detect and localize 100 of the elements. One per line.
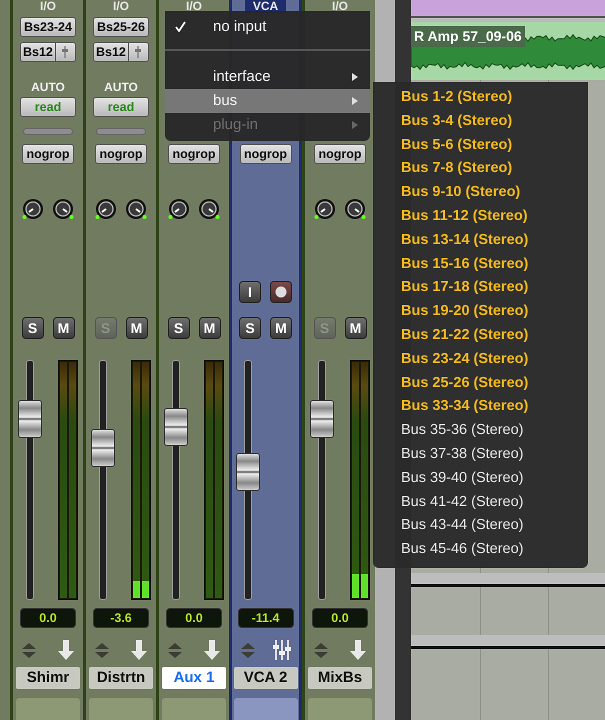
- fader-handle[interactable]: [236, 452, 260, 491]
- fader-handle[interactable]: [310, 400, 334, 438]
- pan-knob[interactable]: [95, 198, 117, 220]
- menu-item[interactable]: Bus 23-24 (Stereo): [373, 348, 588, 372]
- meter-fill: [133, 581, 140, 598]
- menu-item[interactable]: Bus 21-22 (Stereo): [373, 324, 588, 348]
- comments-area: [234, 698, 298, 720]
- up-down-arrows-icon[interactable]: [167, 642, 183, 658]
- meter-fill: [352, 574, 359, 598]
- solo-button[interactable]: S: [239, 317, 261, 339]
- group-button[interactable]: nogrop: [168, 144, 220, 164]
- fader-icon: [134, 45, 142, 59]
- group-slot: [96, 128, 146, 135]
- mixer-sliders-icon[interactable]: [273, 639, 291, 661]
- group-slot: [23, 128, 73, 135]
- mute-button[interactable]: M: [198, 317, 220, 339]
- fader-icon: [61, 45, 70, 59]
- menu-item[interactable]: Bus 7-8 (Stereo): [373, 157, 588, 182]
- volume-display: -11.4: [238, 608, 294, 628]
- menu-item[interactable]: interface: [165, 65, 370, 89]
- group-button[interactable]: nogrop: [314, 144, 366, 164]
- group-button[interactable]: nogrop: [95, 144, 147, 164]
- input-selector[interactable]: Bs25-26: [93, 17, 149, 37]
- fader-handle[interactable]: [18, 400, 42, 438]
- down-arrow-icon[interactable]: [130, 640, 148, 660]
- menu-item[interactable]: Bus 39-40 (Stereo): [373, 466, 588, 491]
- menu-item[interactable]: bus: [165, 89, 370, 113]
- menu-item[interactable]: Bus 19-20 (Stereo): [373, 300, 588, 324]
- menu-item[interactable]: Bus 35-36 (Stereo): [373, 419, 588, 443]
- menu-item[interactable]: Bus 13-14 (Stereo): [373, 228, 588, 253]
- group-button[interactable]: nogrop: [240, 144, 292, 164]
- section-label: I/O: [186, 0, 202, 13]
- section-label: I/O: [40, 0, 56, 13]
- meter-fill: [361, 574, 368, 598]
- fader-handle[interactable]: [164, 408, 188, 446]
- track-name[interactable]: Distrtn: [89, 667, 153, 689]
- input-monitor-button[interactable]: I: [239, 281, 261, 303]
- submenu-arrow-icon: [352, 121, 358, 129]
- menu-item[interactable]: no input: [165, 15, 370, 39]
- mute-button[interactable]: M: [126, 317, 148, 339]
- up-down-arrows-icon[interactable]: [313, 642, 329, 658]
- output-selector[interactable]: Bs12: [20, 42, 56, 62]
- menu-item[interactable]: Bus 3-4 (Stereo): [373, 110, 588, 134]
- menu-item[interactable]: Bus 37-38 (Stereo): [373, 442, 588, 467]
- track-name[interactable]: MixBs: [308, 667, 372, 689]
- volume-display: -3.6: [93, 608, 149, 628]
- track-name[interactable]: Shimr: [16, 667, 80, 689]
- menu-item[interactable]: Bus 11-12 (Stereo): [373, 204, 588, 229]
- down-arrow-icon[interactable]: [57, 640, 75, 660]
- track-name[interactable]: VCA 2: [234, 667, 298, 689]
- automation-label: AUTO: [104, 79, 138, 96]
- pan-knob[interactable]: [344, 198, 366, 220]
- pan-knob[interactable]: [198, 198, 220, 220]
- pan-knob[interactable]: [168, 198, 190, 220]
- menu-item[interactable]: Bus 33-34 (Stereo): [373, 395, 588, 420]
- up-down-arrows-icon[interactable]: [21, 642, 37, 658]
- solo-button[interactable]: S: [22, 317, 44, 339]
- pan-knob[interactable]: [52, 198, 74, 220]
- down-arrow-icon[interactable]: [349, 640, 367, 660]
- record-icon: [275, 286, 287, 298]
- menu-item[interactable]: Bus 25-26 (Stereo): [373, 372, 588, 396]
- automation-label: AUTO: [31, 79, 65, 96]
- meter-fill: [142, 581, 149, 598]
- section-label: I/O: [332, 0, 348, 13]
- pan-knob[interactable]: [22, 198, 44, 220]
- group-button[interactable]: nogrop: [22, 144, 74, 164]
- menu-item[interactable]: Bus 17-18 (Stereo): [373, 276, 588, 300]
- panner-button[interactable]: [128, 42, 149, 62]
- volume-display: 0.0: [166, 608, 222, 628]
- clip-name: R Amp 57_09-06: [411, 26, 525, 47]
- panner-button[interactable]: [56, 42, 76, 62]
- pan-knob[interactable]: [125, 198, 147, 220]
- solo-button[interactable]: S: [168, 317, 190, 339]
- comments-area: [162, 698, 226, 720]
- comments-area: [89, 698, 153, 720]
- input-selector[interactable]: Bs23-24: [20, 17, 76, 37]
- submenu-arrow-icon: [352, 73, 358, 81]
- volume-display: 0.0: [20, 608, 76, 628]
- menu-item[interactable]: Bus 45-46 (Stereo): [373, 538, 588, 562]
- mute-button[interactable]: M: [344, 317, 366, 339]
- mute-button[interactable]: M: [52, 317, 74, 339]
- mute-button[interactable]: M: [270, 317, 292, 339]
- track-name[interactable]: Aux 1: [162, 667, 226, 689]
- record-button[interactable]: [270, 281, 292, 303]
- section-label: I/O: [112, 0, 129, 13]
- comments-area: [16, 698, 80, 720]
- volume-display: 0.0: [312, 608, 368, 628]
- submenu-arrow-icon: [352, 97, 358, 105]
- menu-item[interactable]: Bus 9-10 (Stereo): [373, 181, 588, 205]
- comments-area: [308, 698, 372, 720]
- down-arrow-icon[interactable]: [203, 640, 221, 660]
- menu-item[interactable]: Bus 1-2 (Stereo): [373, 86, 588, 110]
- menu-item[interactable]: Bus 15-16 (Stereo): [373, 252, 588, 276]
- output-selector[interactable]: Bs12: [93, 42, 129, 62]
- fader-handle[interactable]: [91, 428, 115, 467]
- up-down-arrows-icon[interactable]: [94, 642, 110, 658]
- menu-item[interactable]: Bus 5-6 (Stereo): [373, 134, 588, 158]
- menu-item[interactable]: Bus 43-44 (Stereo): [373, 514, 588, 538]
- pan-knob[interactable]: [314, 198, 336, 220]
- menu-item[interactable]: Bus 41-42 (Stereo): [373, 490, 588, 514]
